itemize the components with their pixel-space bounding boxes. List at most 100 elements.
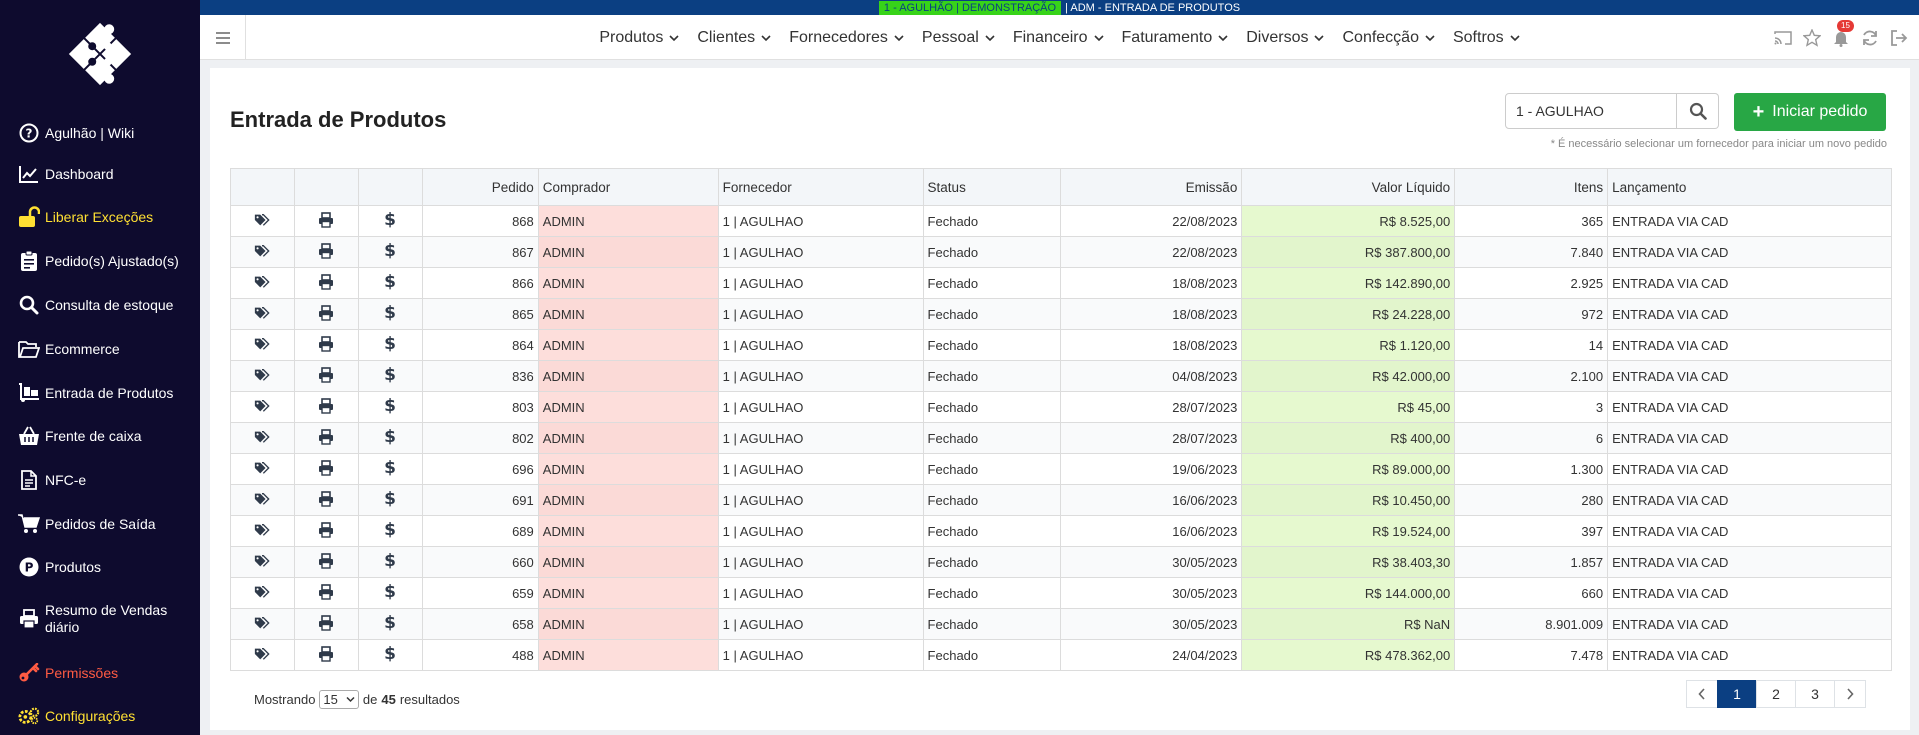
printer-icon[interactable] bbox=[318, 521, 334, 538]
page-button-3[interactable]: 3 bbox=[1795, 680, 1835, 708]
sidebar-item-resumo-vendas[interactable]: Resumo de Vendas diário bbox=[18, 602, 167, 636]
menu-produtos[interactable]: Produtos bbox=[599, 29, 679, 47]
sidebar-item-liberar-excecoes[interactable]: Liberar Exceções bbox=[18, 206, 153, 228]
menu-softros[interactable]: Softros bbox=[1453, 29, 1520, 47]
next-page-button[interactable] bbox=[1834, 680, 1866, 708]
printer-icon[interactable] bbox=[318, 583, 334, 600]
tag-icon[interactable] bbox=[254, 553, 271, 569]
printer-cell bbox=[293, 267, 359, 299]
printer-icon[interactable] bbox=[318, 428, 334, 445]
cast-icon[interactable] bbox=[1773, 28, 1793, 48]
sidebar-item-pedidos-ajustados[interactable]: Pedido(s) Ajustado(s) bbox=[18, 250, 179, 272]
sidebar-item-nfce[interactable]: NFC-e bbox=[18, 469, 86, 491]
tag-icon[interactable] bbox=[254, 274, 271, 290]
tag-icon[interactable] bbox=[254, 305, 271, 321]
dollar-icon[interactable]: $ bbox=[382, 613, 398, 631]
printer-icon[interactable] bbox=[318, 397, 334, 414]
hamburger-menu-icon[interactable] bbox=[200, 15, 246, 60]
header-lancamento[interactable]: Lançamento bbox=[1607, 168, 1892, 206]
tag-icon[interactable] bbox=[254, 460, 271, 476]
dollar-icon[interactable]: $ bbox=[382, 551, 398, 569]
tag-icon[interactable] bbox=[254, 646, 271, 662]
tag-icon[interactable] bbox=[254, 212, 271, 228]
bell-icon[interactable]: 15 bbox=[1831, 19, 1854, 48]
printer-icon[interactable] bbox=[318, 614, 334, 631]
tag-icon[interactable] bbox=[254, 584, 271, 600]
printer-icon[interactable] bbox=[318, 645, 334, 662]
tag-icon[interactable] bbox=[254, 336, 271, 352]
menu-diversos[interactable]: Diversos bbox=[1246, 29, 1325, 47]
tag-icon[interactable] bbox=[254, 615, 271, 631]
sidebar-item-consulta-estoque[interactable]: Consulta de estoque bbox=[18, 294, 173, 316]
printer-icon[interactable] bbox=[318, 459, 334, 476]
printer-icon[interactable] bbox=[318, 242, 334, 259]
tag-icon[interactable] bbox=[254, 491, 271, 507]
sidebar-item-entrada-produtos[interactable]: Entrada de Produtos bbox=[18, 382, 173, 404]
cell-comprador: ADMIN bbox=[537, 484, 719, 516]
dollar-icon[interactable]: $ bbox=[382, 210, 398, 228]
menu-financeiro[interactable]: Financeiro bbox=[1013, 29, 1104, 47]
cell-status: Fechado bbox=[922, 422, 1062, 454]
header-pedido[interactable]: Pedido bbox=[421, 168, 539, 206]
cell-lancamento: ENTRADA VIA CAD bbox=[1607, 391, 1892, 423]
dollar-icon[interactable]: $ bbox=[382, 520, 398, 538]
menu-pessoal[interactable]: Pessoal bbox=[922, 29, 995, 47]
printer-icon[interactable] bbox=[318, 211, 334, 228]
page-size-select[interactable]: 15 bbox=[319, 690, 359, 709]
dollar-icon[interactable]: $ bbox=[382, 241, 398, 259]
dollar-icon[interactable]: $ bbox=[382, 427, 398, 445]
dollar-icon[interactable]: $ bbox=[382, 365, 398, 383]
page-button-1[interactable]: 1 bbox=[1717, 680, 1757, 708]
header-valor-liquido[interactable]: Valor Líquido bbox=[1241, 168, 1456, 206]
printer-icon[interactable] bbox=[318, 490, 334, 507]
tag-icon[interactable] bbox=[254, 398, 271, 414]
sidebar-item-wiki[interactable]: ? Agulhão | Wiki bbox=[18, 122, 134, 144]
menu-faturamento[interactable]: Faturamento bbox=[1122, 29, 1229, 47]
page-button-2[interactable]: 2 bbox=[1756, 680, 1796, 708]
tag-icon[interactable] bbox=[254, 367, 271, 383]
sidebar-item-frente-caixa[interactable]: Frente de caixa bbox=[18, 425, 142, 447]
supplier-select[interactable]: 1 - AGULHAO bbox=[1505, 93, 1677, 129]
supplier-search-button[interactable] bbox=[1677, 93, 1719, 129]
tag-icon[interactable] bbox=[254, 243, 271, 259]
star-icon[interactable] bbox=[1802, 28, 1822, 48]
menu-clientes[interactable]: Clientes bbox=[697, 29, 771, 47]
printer-icon[interactable] bbox=[318, 366, 334, 383]
start-order-button[interactable]: + Iniciar pedido bbox=[1734, 93, 1886, 131]
sidebar: ? Agulhão | Wiki Dashboard Liberar Exceç… bbox=[0, 0, 200, 735]
dollar-icon[interactable]: $ bbox=[382, 396, 398, 414]
dollar-icon[interactable]: $ bbox=[382, 582, 398, 600]
previous-page-button[interactable] bbox=[1686, 680, 1718, 708]
cell-status: Fechado bbox=[922, 205, 1062, 237]
dollar-icon[interactable]: $ bbox=[382, 644, 398, 662]
tag-icon[interactable] bbox=[254, 522, 271, 538]
menu-fornecedores[interactable]: Fornecedores bbox=[789, 29, 904, 47]
header-comprador[interactable]: Comprador bbox=[537, 168, 719, 206]
sidebar-item-label: Frente de caixa bbox=[45, 428, 142, 444]
menu-confeccao[interactable]: Confecção bbox=[1342, 29, 1435, 47]
sidebar-item-dashboard[interactable]: Dashboard bbox=[18, 163, 114, 185]
logout-icon[interactable] bbox=[1889, 28, 1909, 48]
dollar-icon[interactable]: $ bbox=[382, 303, 398, 321]
printer-icon[interactable] bbox=[318, 335, 334, 352]
printer-icon[interactable] bbox=[318, 304, 334, 321]
sidebar-item-pedidos-saida[interactable]: Pedidos de Saída bbox=[18, 513, 156, 535]
header-fornecedor[interactable]: Fornecedor bbox=[717, 168, 924, 206]
dollar-icon[interactable]: $ bbox=[382, 272, 398, 290]
dollar-icon[interactable]: $ bbox=[382, 458, 398, 476]
header-itens[interactable]: Itens bbox=[1454, 168, 1609, 206]
sidebar-item-permissoes[interactable]: Permissões bbox=[18, 662, 118, 684]
sidebar-item-ecommerce[interactable]: Ecommerce bbox=[18, 338, 120, 360]
header-emissao[interactable]: Emissão bbox=[1060, 168, 1243, 206]
sidebar-item-produtos[interactable]: P Produtos bbox=[18, 556, 101, 578]
dollar-icon[interactable]: $ bbox=[382, 334, 398, 352]
dollar-icon[interactable]: $ bbox=[382, 489, 398, 507]
header-status[interactable]: Status bbox=[922, 168, 1062, 206]
tag-icon[interactable] bbox=[254, 429, 271, 445]
cell-lancamento: ENTRADA VIA CAD bbox=[1607, 267, 1892, 299]
printer-icon[interactable] bbox=[318, 273, 334, 290]
sidebar-item-configuracoes[interactable]: Configurações bbox=[18, 705, 135, 727]
tag-cell bbox=[230, 360, 295, 392]
refresh-icon[interactable] bbox=[1860, 28, 1880, 48]
printer-icon[interactable] bbox=[318, 552, 334, 569]
